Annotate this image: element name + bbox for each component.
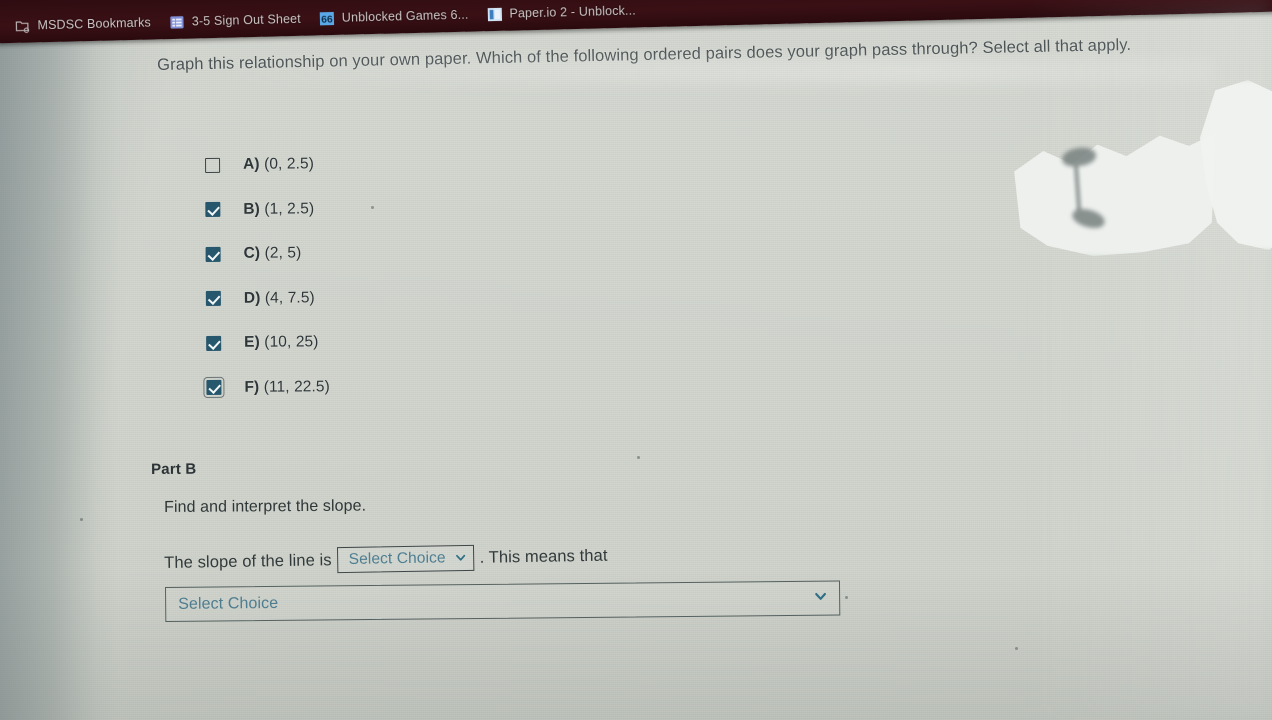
checkbox-wrap-b[interactable] bbox=[205, 198, 229, 220]
chevron-down-icon bbox=[815, 592, 827, 600]
screen-speck bbox=[371, 206, 374, 209]
choice-label-c: C) (2, 5) bbox=[244, 244, 302, 262]
choice-letter-b: B) bbox=[243, 200, 260, 218]
choice-option-c[interactable]: C) (2, 5) bbox=[205, 242, 330, 265]
checkbox-wrap-e[interactable] bbox=[206, 332, 230, 354]
slope-value-dropdown[interactable]: Select Choice bbox=[336, 544, 475, 574]
choice-label-e: E) (10, 25) bbox=[244, 333, 318, 351]
checkbox-wrap-a[interactable] bbox=[205, 154, 229, 176]
worksheet-content: Graph this relationship on your own pape… bbox=[0, 0, 1272, 720]
part-b-prompt: Find and interpret the slope. bbox=[164, 497, 367, 516]
checkbox-wrap-c[interactable] bbox=[205, 243, 230, 265]
screen-speck bbox=[1015, 647, 1018, 650]
choice-label-d: D) (4, 7.5) bbox=[244, 289, 315, 307]
choice-pair-b: (1, 2.5) bbox=[264, 199, 315, 218]
choice-pair-d: (4, 7.5) bbox=[264, 288, 315, 307]
choice-label-f: F) (11, 22.5) bbox=[244, 378, 330, 397]
choice-option-e[interactable]: E) (10, 25) bbox=[206, 331, 330, 354]
choice-letter-e: E) bbox=[244, 333, 260, 351]
screen-speck bbox=[80, 518, 83, 521]
choice-pair-a: (0, 2.5) bbox=[263, 155, 315, 173]
choice-option-d[interactable]: D) (4, 7.5) bbox=[205, 287, 330, 310]
screen-speck bbox=[637, 456, 640, 459]
slope-sentence-before: The slope of the line is bbox=[164, 550, 332, 572]
checkbox-wrap-f[interactable] bbox=[202, 376, 230, 399]
choice-letter-d: D) bbox=[243, 289, 261, 307]
choice-option-f[interactable]: F) (11, 22.5) bbox=[202, 376, 330, 399]
checkbox-wrap-d[interactable] bbox=[205, 287, 230, 309]
choice-letter-f: F) bbox=[244, 378, 260, 396]
choice-label-a: A) (0, 2.5) bbox=[243, 155, 314, 173]
question-stem: Graph this relationship on your own pape… bbox=[157, 35, 1132, 74]
checkbox-f[interactable] bbox=[202, 376, 226, 399]
choice-option-a[interactable]: A) (0, 2.5) bbox=[205, 153, 329, 176]
slope-meaning-dropdown-text: Select Choice bbox=[178, 594, 279, 613]
choice-pair-f: (11, 22.5) bbox=[263, 377, 330, 396]
chevron-down-icon bbox=[456, 554, 466, 561]
slope-meaning-dropdown[interactable]: Select Choice bbox=[165, 580, 841, 622]
choice-label-b: B) (1, 2.5) bbox=[243, 200, 314, 218]
checkbox-d[interactable] bbox=[205, 290, 221, 306]
part-b-heading: Part B bbox=[151, 460, 197, 478]
screen-speck bbox=[845, 596, 848, 599]
checkbox-c[interactable] bbox=[205, 246, 221, 262]
choice-option-b[interactable]: B) (1, 2.5) bbox=[205, 198, 329, 221]
slope-sentence: The slope of the line is Select Choice .… bbox=[164, 543, 608, 576]
choice-letter-a: A) bbox=[243, 155, 260, 173]
choice-pair-c: (2, 5) bbox=[264, 244, 302, 262]
slope-sentence-after: . This means that bbox=[479, 546, 608, 567]
checkbox-e[interactable] bbox=[206, 335, 222, 351]
slope-value-dropdown-text: Select Choice bbox=[348, 548, 446, 568]
choice-pair-e: (10, 25) bbox=[264, 333, 319, 351]
checkbox-b[interactable] bbox=[205, 201, 221, 217]
answer-choice-list: A) (0, 2.5) B) (1, 2.5) C) (2, 5) D) (4,… bbox=[202, 153, 330, 399]
choice-letter-c: C) bbox=[243, 244, 261, 262]
checkbox-a[interactable] bbox=[205, 157, 221, 173]
screenshot-root: MSDSC Bookmarks 3-5 Sign Out Sheet 66 Un… bbox=[0, 0, 1272, 720]
